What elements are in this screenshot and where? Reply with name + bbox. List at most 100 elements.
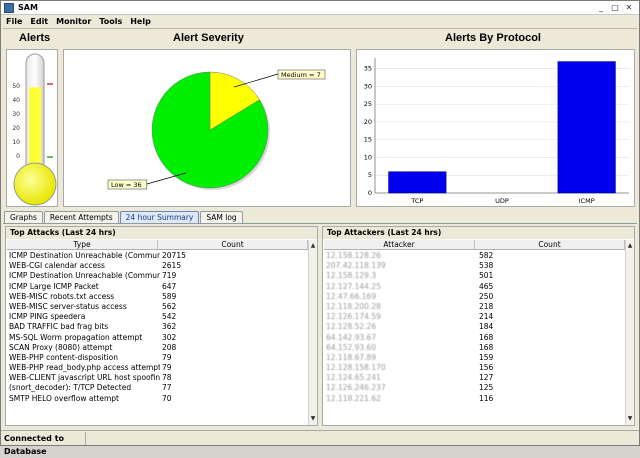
count-cell: 168 — [479, 332, 494, 342]
alert-severity-panel: Low = 36 Medium = 7 — [63, 49, 351, 207]
minimize-button[interactable]: _ — [595, 2, 607, 13]
attack-type-cell: MS-SQL Worm propagation attempt — [9, 332, 143, 342]
attack-type-cell: WEB-PHP read_body.php access attempt — [9, 363, 160, 373]
count-cell: 218 — [479, 301, 494, 311]
scroll-down-arrow[interactable]: ▼ — [626, 415, 634, 423]
menu-tools[interactable]: Tools — [99, 17, 122, 26]
count-cell: 538 — [479, 261, 494, 271]
column-attacker[interactable]: Attacker — [324, 240, 475, 249]
menu-separator — [3, 28, 637, 29]
menu-monitor[interactable]: Monitor — [56, 17, 91, 26]
attacker-cell: 12.128.52.26 — [326, 322, 377, 332]
table-row[interactable]: WEB-CLIENT javascript URL host spoofin..… — [9, 373, 307, 383]
table-row[interactable]: ICMP Destination Unreachable (Commun... 7… — [9, 271, 307, 281]
app-icon — [4, 2, 14, 13]
table-row[interactable]: (snort_decoder): T/TCP Detected 77 — [9, 383, 307, 393]
top-attacks-panel: Top Attacks (Last 24 hrs) Type Count ICM… — [5, 226, 318, 426]
count-cell: 465 — [479, 281, 494, 291]
table-row[interactable]: ICMP PING speedera 542 — [9, 312, 307, 322]
count-cell: 78 — [162, 373, 172, 383]
alert-severity-pie-chart: Low = 36 Medium = 7 — [107, 69, 326, 190]
top-attackers-scrollbar[interactable]: ▲ ▼ — [625, 240, 634, 425]
scroll-up-arrow[interactable]: ▲ — [309, 242, 317, 250]
count-cell: 208 — [162, 342, 177, 352]
attack-type-cell: WEB-MISC server-status access — [9, 301, 127, 311]
table-row[interactable]: MS-SQL Worm propagation attempt 302 — [9, 333, 307, 343]
top-attacks-title: Top Attacks (Last 24 hrs) — [6, 227, 317, 239]
table-row[interactable]: 12.158.128.26 582 — [326, 251, 624, 261]
table-row[interactable]: SMTP HELO overflow attempt 70 — [9, 394, 307, 404]
table-row[interactable]: 12.128.52.26 184 — [326, 322, 624, 332]
y-tick-label: 35 — [364, 65, 372, 73]
top-attacks-list: ICMP Destination Unreachable (Commun... 2… — [9, 251, 307, 404]
table-row[interactable]: 12.47.66.169 250 — [326, 292, 624, 302]
menu-edit[interactable]: Edit — [30, 17, 48, 26]
column-type[interactable]: Type — [7, 240, 158, 249]
table-row[interactable]: 207.42.118.139 538 — [326, 261, 624, 271]
x-tick-label: TCP — [410, 197, 423, 205]
attack-type-cell: ICMP PING speedera — [9, 312, 86, 322]
count-cell: 70 — [162, 393, 172, 403]
attacker-cell: 12.126.174.59 — [326, 312, 381, 322]
table-row[interactable]: WEB-MISC robots.txt access 589 — [9, 292, 307, 302]
table-row[interactable]: 12.158.129.3 501 — [326, 271, 624, 281]
count-cell: 214 — [479, 312, 494, 322]
table-row[interactable]: WEB-PHP content-disposition 79 — [9, 353, 307, 363]
table-row[interactable]: 12.118.221.62 116 — [326, 394, 624, 404]
attack-type-cell: SMTP HELO overflow attempt — [9, 393, 119, 403]
table-row[interactable]: ICMP Destination Unreachable (Commun... 2… — [9, 251, 307, 261]
menu-help[interactable]: Help — [130, 17, 151, 26]
attack-type-cell: BAD TRAFFIC bad frag bits — [9, 322, 109, 332]
title-bar[interactable]: SAM _ □ ✕ — [1, 1, 639, 15]
table-row[interactable]: ICMP Large ICMP Packet 647 — [9, 282, 307, 292]
tab-baseline — [3, 223, 637, 224]
app-window: SAM _ □ ✕ File Edit Monitor Tools Help A… — [0, 0, 640, 456]
top-attacks-header: Type Count — [7, 240, 308, 250]
table-row[interactable]: 12.126.246.237 125 — [326, 383, 624, 393]
table-row[interactable]: 12.128.158.170 156 — [326, 363, 624, 373]
scroll-up-arrow[interactable]: ▲ — [626, 242, 634, 250]
table-row[interactable]: 64.152.93.60 168 — [326, 343, 624, 353]
table-row[interactable]: WEB-MISC server-status access 562 — [9, 302, 307, 312]
count-cell: 156 — [479, 363, 494, 373]
table-row[interactable]: 64.142.93.67 168 — [326, 333, 624, 343]
attacker-cell: 12.118.221.62 — [326, 393, 381, 403]
table-row[interactable]: BAD TRAFFIC bad frag bits 362 — [9, 322, 307, 332]
table-row[interactable]: 12.124.65.241 127 — [326, 373, 624, 383]
table-row[interactable]: SCAN Proxy (8080) attempt 208 — [9, 343, 307, 353]
column-count[interactable]: Count — [158, 240, 308, 249]
attack-type-cell: ICMP Large ICMP Packet — [9, 281, 99, 291]
count-cell: 79 — [162, 363, 172, 373]
count-cell: 582 — [479, 251, 494, 260]
close-button[interactable]: ✕ — [623, 2, 635, 13]
top-attacks-scrollbar[interactable]: ▲ ▼ — [308, 240, 317, 425]
count-cell: 77 — [162, 383, 172, 393]
attacker-cell: 207.42.118.139 — [326, 261, 386, 271]
tick-0: 0 — [16, 153, 20, 160]
table-row[interactable]: 12.126.174.59 214 — [326, 312, 624, 322]
scroll-down-arrow[interactable]: ▼ — [309, 415, 317, 423]
attack-type-cell: ICMP Destination Unreachable (Commun... — [9, 271, 160, 281]
alerts-title: Alerts — [19, 32, 51, 44]
window-title: SAM — [18, 3, 38, 12]
table-row[interactable]: WEB-PHP read_body.php access attempt 79 — [9, 363, 307, 373]
alerts-by-protocol-bar-chart: 0 5 10 15 20 25 30 35 TCP UDP ICMP — [364, 58, 629, 205]
maximize-button[interactable]: □ — [609, 2, 621, 13]
table-row[interactable]: 12.127.144.25 465 — [326, 282, 624, 292]
top-attackers-panel: Top Attackers (Last 24 hrs) Attacker Cou… — [322, 226, 635, 426]
tick-40: 40 — [12, 97, 20, 104]
count-cell: 542 — [162, 312, 177, 322]
table-row[interactable]: WEB-CGI calendar access 2615 — [9, 261, 307, 271]
x-tick-label: ICMP — [579, 197, 595, 205]
tick-20: 20 — [12, 125, 20, 132]
count-cell: 302 — [162, 332, 177, 342]
attacker-cell: 12.118.67.89 — [326, 352, 377, 362]
menu-file[interactable]: File — [6, 17, 22, 26]
alerts-thermometer-panel: 50 40 30 20 10 0 — [6, 49, 58, 207]
count-cell: 501 — [479, 271, 494, 281]
alerts-by-protocol-panel: 0 5 10 15 20 25 30 35 TCP UDP ICMP — [356, 49, 635, 207]
attack-type-cell: WEB-MISC robots.txt access — [9, 291, 115, 301]
table-row[interactable]: 12.118.200.28 218 — [326, 302, 624, 312]
table-row[interactable]: 12.118.67.89 159 — [326, 353, 624, 363]
column-count[interactable]: Count — [475, 240, 625, 249]
